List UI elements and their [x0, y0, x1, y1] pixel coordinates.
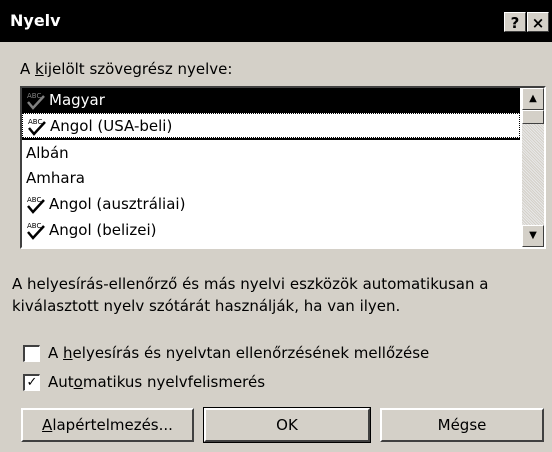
svg-text:ABC: ABC [27, 222, 41, 230]
default-button-label: lapértelmezés... [52, 416, 173, 434]
ok-button[interactable]: OK [203, 407, 371, 443]
label-text-before: A [20, 60, 36, 78]
help-button[interactable]: ? [504, 12, 526, 32]
list-item[interactable]: ABC Angol (ausztráliai) [22, 192, 520, 217]
auto-detect-text-after: matikus nyelvfelismerés [82, 373, 266, 391]
scroll-thumb[interactable] [522, 110, 544, 124]
spell-check-icon: ABC [27, 92, 45, 110]
label-text-after: ijelölt szövegrész nyelve: [43, 60, 233, 78]
default-accel-key: A [42, 416, 53, 434]
skip-check-text-after: elyesírás és nyelvtan ellenőrzésének mel… [72, 344, 430, 362]
auto-detect-label[interactable]: Automatikus nyelvfelismerés [48, 373, 265, 391]
language-name: Angol (ausztráliai) [49, 195, 186, 213]
skip-check-label[interactable]: A helyesírás és nyelvtan ellenőrzésének … [48, 344, 429, 362]
scroll-down-arrow-icon[interactable]: ▼ [522, 225, 544, 247]
cancel-button[interactable]: Mégse [380, 408, 544, 442]
list-item[interactable]: ABC Angol (belizei) [22, 218, 520, 243]
list-item[interactable]: Amhara [22, 166, 520, 191]
language-listbox[interactable]: ABC Magyar ABC Angol (USA-beli) Albán Am… [20, 86, 546, 249]
spell-check-icon: ABC [28, 118, 46, 136]
label-accel-key: k [35, 60, 44, 78]
svg-text:ABC: ABC [28, 118, 42, 126]
auto-detect-accel-key: o [73, 373, 83, 391]
title-bar[interactable]: Nyelv ? × [0, 0, 552, 42]
close-button[interactable]: × [527, 12, 549, 32]
list-item[interactable]: Albán [22, 141, 520, 166]
list-item[interactable]: ABC Angol (USA-beli) [22, 113, 520, 138]
auto-detect-text-before: Aut [48, 373, 74, 391]
language-name: Angol (belizei) [49, 221, 157, 239]
list-scrollbar[interactable]: ▲ ▼ [522, 88, 544, 247]
spell-check-icon: ABC [27, 196, 45, 214]
list-divider [22, 138, 520, 140]
skip-check-text-before: A [48, 344, 64, 362]
language-name: Magyar [49, 91, 105, 109]
language-name: Angol (USA-beli) [50, 117, 173, 135]
language-name: Amhara [26, 169, 85, 187]
spell-check-icon: ABC [27, 222, 45, 240]
language-dialog: Nyelv ? × A kijelölt szövegrész nyelve: … [0, 0, 552, 452]
svg-text:ABC: ABC [27, 92, 41, 100]
info-text-line-1: A helyesírás-ellenőrző és más nyelvi esz… [12, 275, 489, 293]
language-list-label: A kijelölt szövegrész nyelve: [20, 60, 232, 78]
window-title: Nyelv [10, 11, 61, 30]
svg-text:ABC: ABC [27, 196, 41, 204]
skip-check-checkbox[interactable] [23, 345, 40, 362]
list-item[interactable]: ABC Magyar [22, 88, 520, 113]
language-name: Albán [26, 144, 69, 162]
scroll-up-arrow-icon[interactable]: ▲ [522, 88, 544, 110]
auto-detect-checkbox[interactable]: ✓ [23, 374, 40, 391]
skip-check-accel-key: h [63, 344, 73, 362]
info-text-line-2: kiválasztott nyelv szótárát használják, … [12, 297, 401, 315]
default-button[interactable]: Alapértelmezés... [21, 408, 194, 442]
